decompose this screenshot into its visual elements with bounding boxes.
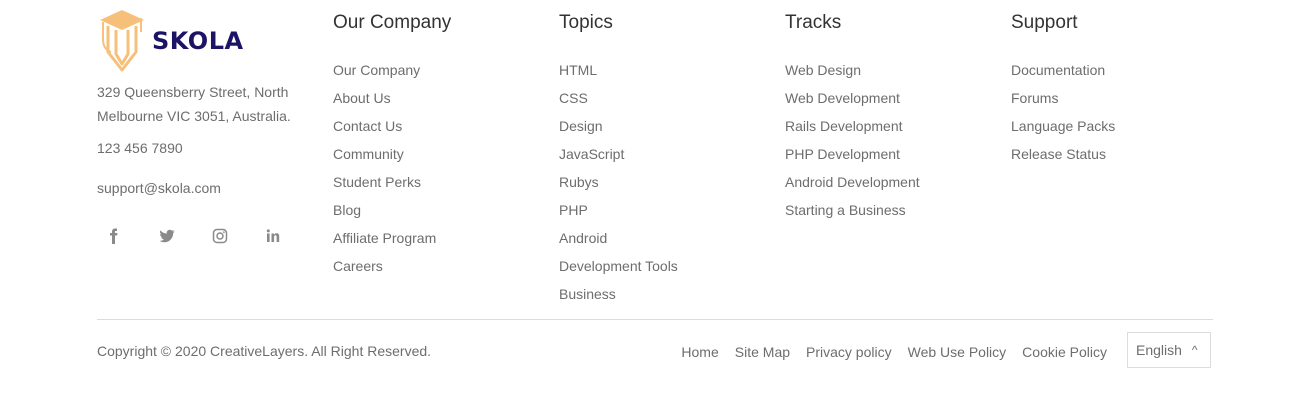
footer-link[interactable]: JavaScript bbox=[559, 140, 678, 168]
privacy-policy-link[interactable]: Privacy policy bbox=[806, 341, 892, 363]
footer-column-tracks: Tracks Web Design Web Development Rails … bbox=[785, 11, 920, 224]
twitter-icon[interactable] bbox=[157, 226, 177, 246]
footer-link[interactable]: Student Perks bbox=[333, 168, 451, 196]
cookie-policy-link[interactable]: Cookie Policy bbox=[1022, 341, 1107, 363]
footer-link[interactable]: PHP bbox=[559, 196, 678, 224]
column-title: Our Company bbox=[333, 12, 452, 33]
instagram-icon[interactable] bbox=[210, 226, 230, 246]
bottom-nav: Home Site Map Privacy policy Web Use Pol… bbox=[665, 341, 1107, 363]
footer-link[interactable]: Business bbox=[559, 280, 678, 308]
footer-link[interactable]: PHP Development bbox=[785, 140, 920, 168]
footer-link[interactable]: Community bbox=[333, 140, 451, 168]
language-label: English bbox=[1136, 342, 1182, 358]
footer-link[interactable]: Affiliate Program bbox=[333, 224, 451, 252]
social-links bbox=[104, 226, 316, 246]
footer-link[interactable]: Rails Development bbox=[785, 112, 920, 140]
footer-link[interactable]: CSS bbox=[559, 84, 678, 112]
brand-logo[interactable]: SKOLA bbox=[97, 8, 244, 72]
footer-link[interactable]: Design bbox=[559, 112, 678, 140]
web-use-policy-link[interactable]: Web Use Policy bbox=[908, 341, 1007, 363]
footer-link[interactable]: Forums bbox=[1011, 84, 1115, 112]
footer-link[interactable]: HTML bbox=[559, 56, 678, 84]
column-title: Tracks bbox=[785, 12, 842, 33]
footer-link[interactable]: Release Status bbox=[1011, 140, 1115, 168]
site-map-link[interactable]: Site Map bbox=[735, 341, 790, 363]
graduation-pencil-icon bbox=[100, 10, 144, 72]
footer-link[interactable]: Blog bbox=[333, 196, 451, 224]
footer-link[interactable]: Web Design bbox=[785, 56, 920, 84]
footer-column-topics: Topics HTML CSS Design JavaScript Rubys … bbox=[559, 11, 678, 308]
brand-name: SKOLA bbox=[152, 27, 244, 55]
footer-link[interactable]: Contact Us bbox=[333, 112, 451, 140]
footer-column-our-company: Our Company Our Company About Us Contact… bbox=[333, 11, 451, 280]
phone-number: 123 456 7890 bbox=[97, 140, 183, 156]
address-line-1: 329 Queensberry Street, North bbox=[97, 84, 289, 100]
column-title: Topics bbox=[559, 12, 613, 33]
footer-link[interactable]: Android Development bbox=[785, 168, 920, 196]
footer-link[interactable]: Documentation bbox=[1011, 56, 1115, 84]
footer-link[interactable]: Rubys bbox=[559, 168, 678, 196]
footer-link[interactable]: Development Tools bbox=[559, 252, 678, 280]
footer-link[interactable]: Web Development bbox=[785, 84, 920, 112]
column-title: Support bbox=[1011, 12, 1078, 33]
email-address: support@skola.com bbox=[97, 180, 221, 196]
address-line-2: Melbourne VIC 3051, Australia. bbox=[97, 108, 291, 124]
facebook-icon[interactable] bbox=[104, 226, 124, 246]
footer-link[interactable]: Android bbox=[559, 224, 678, 252]
address: 329 Queensberry Street, North Melbourne … bbox=[97, 80, 291, 128]
chevron-up-icon: ^ bbox=[1191, 343, 1198, 357]
footer-link[interactable]: Starting a Business bbox=[785, 196, 920, 224]
language-selector[interactable]: English ^ bbox=[1127, 332, 1211, 368]
footer-divider bbox=[97, 319, 1213, 320]
copyright-text: Copyright © 2020 CreativeLayers. All Rig… bbox=[97, 343, 432, 359]
footer-link[interactable]: Language Packs bbox=[1011, 112, 1115, 140]
footer-link[interactable]: Our Company bbox=[333, 56, 451, 84]
footer-column-support: Support Documentation Forums Language Pa… bbox=[1011, 11, 1115, 168]
footer-link[interactable]: Careers bbox=[333, 252, 451, 280]
linkedin-icon[interactable] bbox=[263, 226, 283, 246]
home-link[interactable]: Home bbox=[681, 341, 718, 363]
footer-link[interactable]: About Us bbox=[333, 84, 451, 112]
